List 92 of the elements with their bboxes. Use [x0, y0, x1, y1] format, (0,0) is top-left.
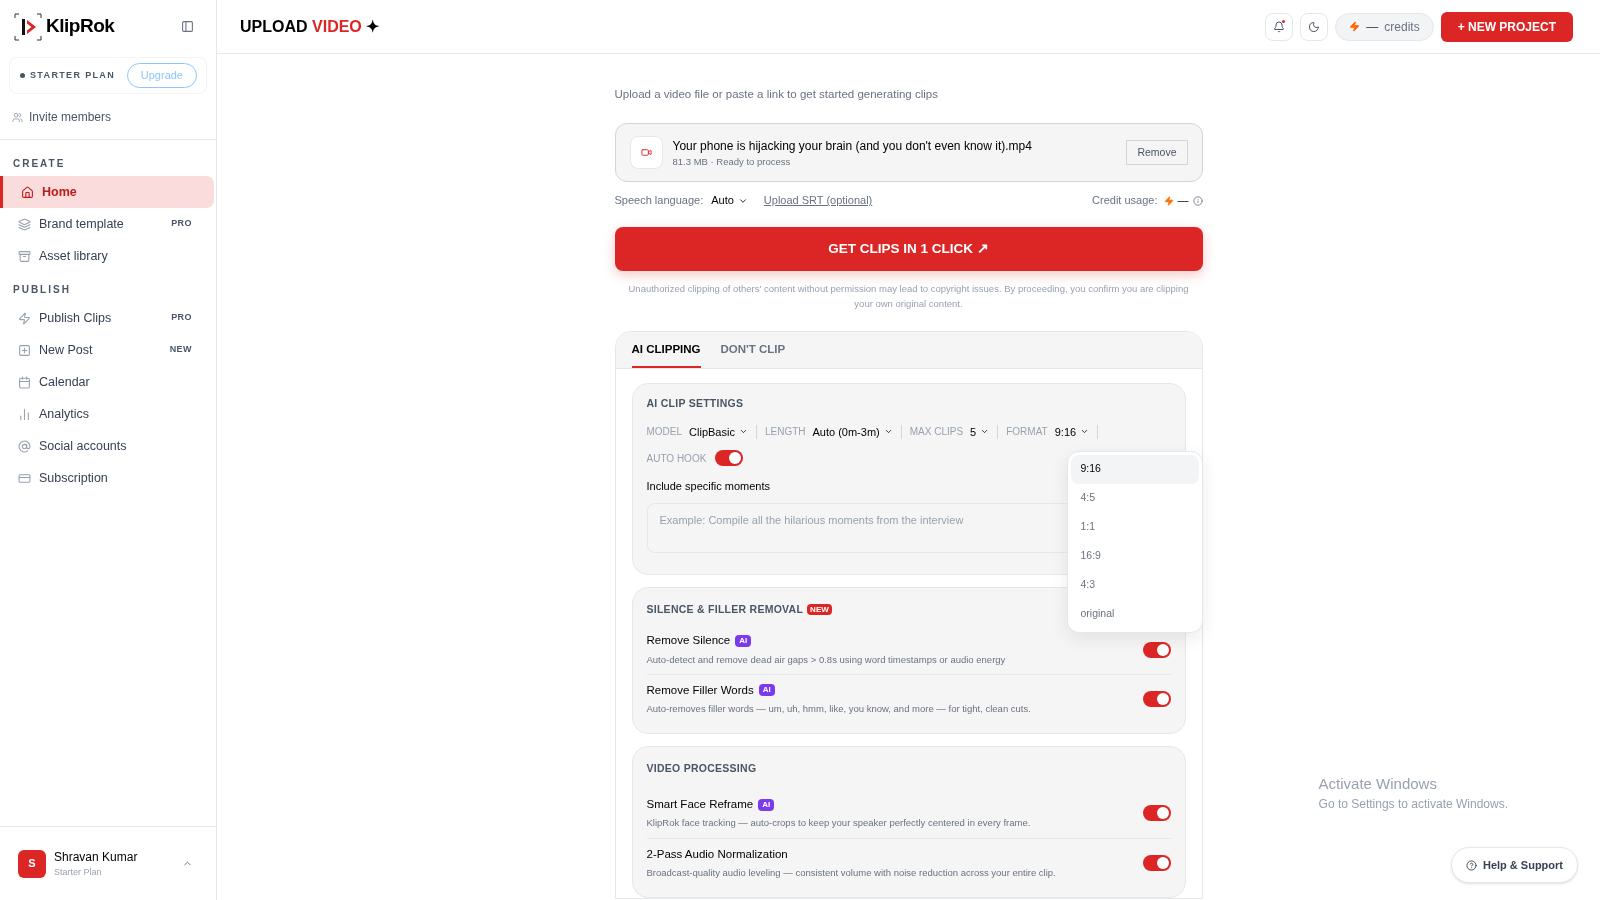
toggle-switch[interactable] [1142, 641, 1171, 658]
sidebar-item[interactable]: Calendar [0, 366, 214, 398]
help-icon [1465, 859, 1477, 871]
file-name: Your phone is hijacking your brain (and you don't even know it).mp4 [672, 137, 1033, 155]
auto-hook-label: AUTO HOOK [646, 451, 707, 466]
help-support-button[interactable]: Help & Support [1450, 847, 1578, 883]
sidebar-item[interactable]: Brand template PRO [0, 208, 214, 240]
setting-label: MODEL [646, 425, 683, 440]
credit-usage-value: — [1177, 193, 1189, 209]
lightning-icon [1163, 195, 1174, 206]
file-meta: 81.3 MB · Ready to process [672, 154, 792, 169]
setting-title: Remove Silence [646, 633, 731, 649]
sidebar-toggle-icon[interactable] [181, 20, 194, 33]
section-heading: SILENCE & FILLER REMOVAL [646, 601, 804, 617]
sidebar-item[interactable]: Publish Clips PRO [0, 302, 214, 334]
setting-dropdown[interactable]: 5 [970, 423, 990, 440]
speech-language-dropdown[interactable]: Auto [711, 192, 748, 209]
menu-option[interactable]: original [1070, 599, 1199, 629]
activation-notice-text: Go to Settings to activate Windows. [1318, 796, 1508, 813]
setting-label: LENGTH [764, 425, 806, 440]
video-icon [629, 136, 663, 170]
setting-description: Broadcast-quality audio leveling — consistent volume with noise reduction across your entire clip. [646, 865, 1057, 880]
setting-title: Smart Face Reframe [646, 797, 754, 812]
get-clips-button[interactable]: GET CLIPS IN 1 CLICK ↗ [614, 226, 1203, 271]
toggle-switch[interactable] [1142, 805, 1171, 822]
section-heading: PUBLISH [12, 283, 72, 297]
setting-dropdown[interactable]: ClipBasic [689, 423, 748, 440]
remove-button[interactable]: Remove [1126, 140, 1188, 166]
sidebar-item[interactable]: New Post NEW [0, 334, 214, 366]
setting-title: 2-Pass Audio Normalization [646, 846, 788, 862]
plan-tag: PRO [171, 217, 192, 231]
lightning-icon [18, 311, 31, 325]
at-sign-icon [18, 439, 31, 453]
plus-square-icon [18, 343, 31, 357]
setting-dropdown[interactable]: 9:16 [1054, 423, 1090, 440]
brand-name: KlipRok [46, 14, 115, 39]
theme-toggle-button[interactable] [1300, 12, 1329, 41]
setting-description: Auto-detect and remove dead air gaps > 0.8s using word timestamps or audio energy [646, 652, 1007, 667]
credits-button[interactable]: — credits [1335, 12, 1434, 41]
user-avatar: S [18, 849, 46, 878]
notifications-button[interactable] [1265, 12, 1294, 41]
section-heading: VIDEO PROCESSING [646, 761, 757, 777]
user-name: Shravan Kumar [54, 848, 139, 866]
plan-tag: NEW [169, 343, 192, 357]
ai-tag: AI [735, 634, 752, 647]
setting-label: FORMAT [1006, 425, 1048, 440]
layers-icon [18, 217, 31, 231]
plan-tag: PRO [171, 311, 192, 325]
section-heading: CREATE [12, 157, 67, 171]
page-title: UPLOAD VIDEO ✦ [240, 16, 380, 37]
sidebar-item[interactable]: Asset library [0, 240, 214, 272]
toggle-switch[interactable] [1142, 854, 1171, 871]
new-project-button[interactable]: + NEW PROJECT [1440, 11, 1573, 42]
ai-tag: AI [758, 684, 775, 697]
calendar-icon [18, 375, 31, 389]
tab[interactable]: DON'T CLIP [720, 331, 786, 368]
credit-usage-label: Credit usage: [1092, 193, 1158, 209]
setting-label: MAX CLIPS [909, 425, 964, 440]
sidebar-item[interactable]: Home [0, 176, 214, 208]
toggle-switch[interactable] [1142, 691, 1171, 707]
menu-option[interactable]: 4:3 [1070, 570, 1199, 600]
user-plan: Starter Plan [54, 865, 103, 879]
new-tag: NEW [807, 603, 832, 615]
activation-notice-title: Activate Windows [1318, 773, 1438, 794]
setting-description: KlipRok face tracking — auto-crops to keep your speaker perfectly centered in every frame. [646, 816, 1032, 831]
tab[interactable]: AI CLIPPING [631, 331, 701, 368]
moon-icon [1308, 20, 1321, 33]
menu-option[interactable]: 9:16 [1070, 454, 1199, 484]
lightning-icon [1349, 21, 1361, 32]
moments-label: Include specific moments [646, 479, 770, 494]
invite-members-link[interactable]: Invite members [0, 106, 216, 128]
bar-chart-icon [18, 407, 31, 421]
sidebar-item[interactable]: Subscription [0, 462, 214, 494]
sidebar-item[interactable]: Social accounts [0, 430, 214, 462]
intro-text: Upload a video file or paste a link to get started generating clips [614, 87, 939, 102]
section-heading: AI CLIP SETTINGS [646, 395, 745, 411]
setting-dropdown[interactable]: Auto (0m-3m) [812, 423, 893, 440]
setting-title: Remove Filler Words [646, 682, 754, 698]
plan-label: STARTER PLAN [30, 68, 116, 82]
archive-icon [18, 249, 31, 263]
setting-description: Auto-removes filler words — um, uh, hmm, like, you know, and more — for tight, clean cuts. [646, 702, 1032, 716]
users-icon [12, 111, 23, 123]
bell-icon [1273, 20, 1286, 33]
upload-srt-link[interactable]: Upload SRT (optional) [763, 192, 873, 209]
copyright-disclaimer: Unauthorized clipping of others' content without permission may lead to copyright issues. By proceeding, you confirm you are clipping your own original content. [627, 281, 1190, 311]
sidebar-item[interactable]: Analytics [0, 398, 214, 430]
ai-tag: AI [758, 798, 775, 811]
credit-card-icon [18, 471, 31, 485]
logo-mark-icon [14, 12, 42, 41]
home-icon [21, 185, 34, 199]
toggle-switch[interactable] [715, 450, 744, 466]
speech-language-label: Speech language: [614, 193, 704, 209]
